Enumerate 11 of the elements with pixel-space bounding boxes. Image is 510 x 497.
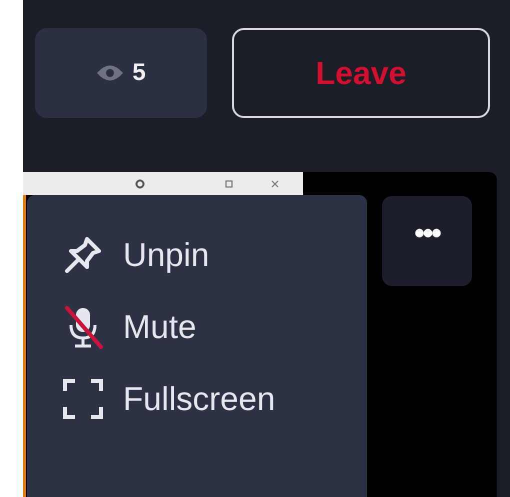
fullscreen-icon [63,379,103,419]
more-options-button[interactable]: ••• [382,196,472,286]
viewer-count: 5 [132,59,146,87]
menu-item[interactable]: Unpin [27,231,367,279]
menu-item[interactable]: Fullscreen [27,375,367,423]
muted-microphone-icon [63,305,103,349]
pushpin-icon [63,235,103,275]
menu-item[interactable]: Mute [27,301,367,353]
eye-icon [96,64,124,82]
close-icon[interactable] [271,180,279,188]
restore-icon[interactable] [225,180,233,188]
